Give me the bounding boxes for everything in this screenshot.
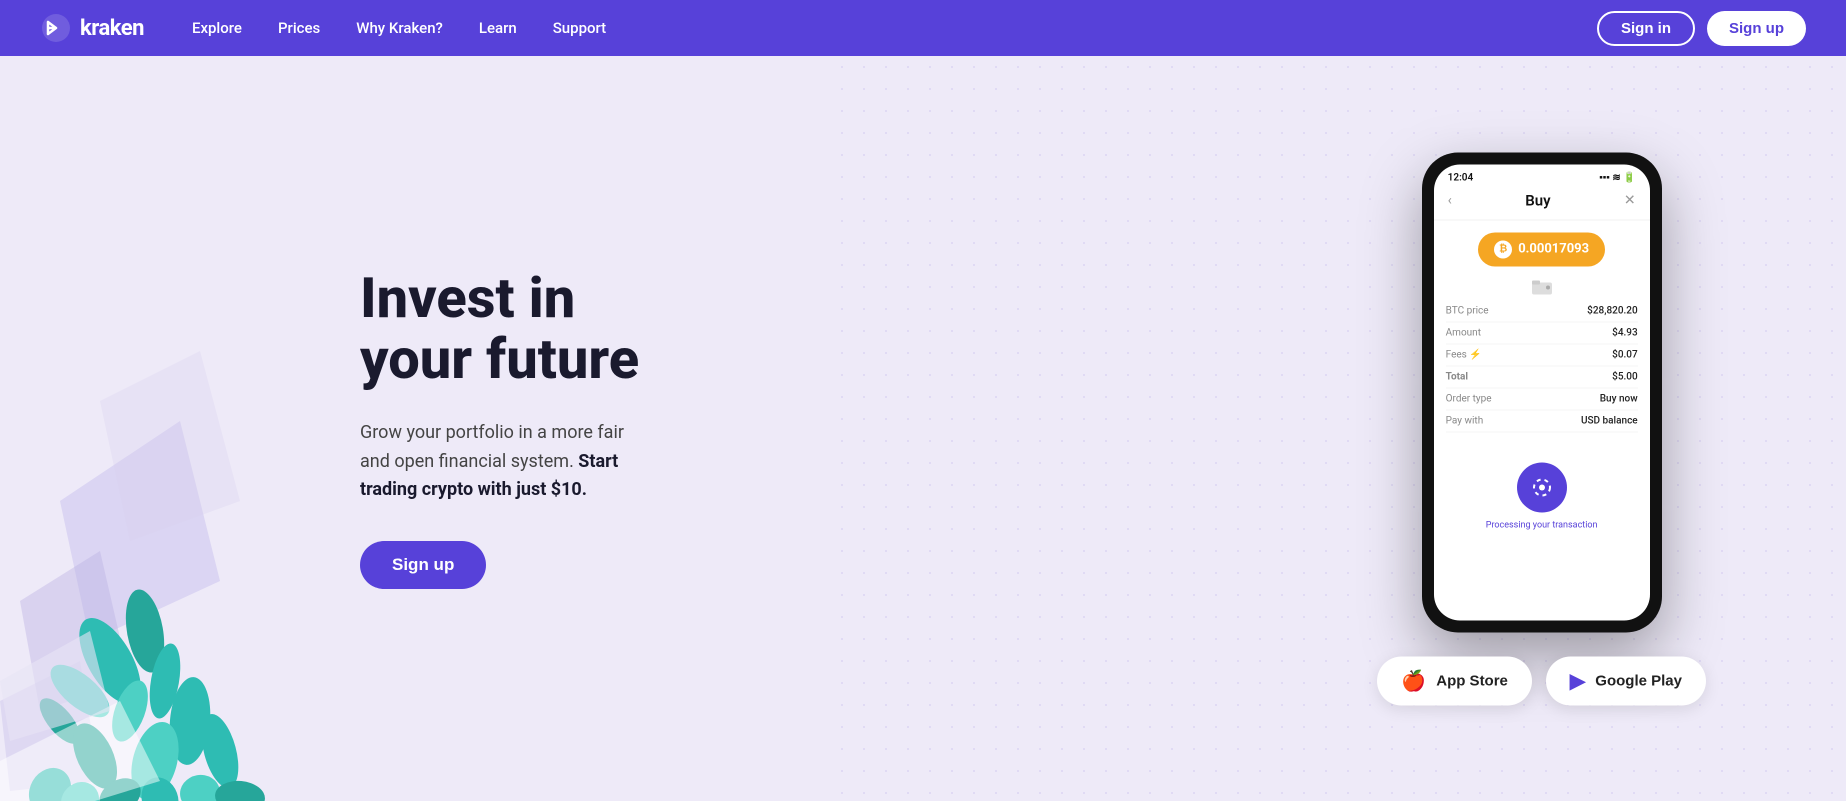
- signup-nav-button[interactable]: Sign up: [1707, 11, 1806, 46]
- phone-screen-title: Buy: [1525, 191, 1550, 209]
- googleplay-icon: ▶: [1570, 668, 1585, 693]
- hero-subtitle: Grow your portfolio in a more fair and o…: [360, 419, 640, 505]
- phone-signal: ▪▪▪ ≋ 🔋: [1599, 172, 1635, 183]
- logo[interactable]: kraken: [40, 12, 144, 44]
- app-store-label: App Store: [1436, 672, 1508, 689]
- google-play-button[interactable]: ▶ Google Play: [1546, 656, 1706, 705]
- wallet-icon-row: [1446, 280, 1638, 294]
- navbar: kraken Explore Prices Why Kraken? Learn …: [0, 0, 1846, 56]
- order-row-amount: Amount $4.93: [1446, 322, 1638, 344]
- nav-link-explore[interactable]: Explore: [192, 19, 242, 37]
- phone-back-button[interactable]: ‹: [1448, 192, 1452, 208]
- phone-body: ₿ 0.00017093 BTC price $2: [1434, 220, 1650, 542]
- nav-link-why-kraken[interactable]: Why Kraken?: [356, 19, 443, 37]
- nav-actions: Sign in Sign up: [1597, 11, 1806, 46]
- store-buttons: 🍎 App Store ▶ Google Play: [1377, 656, 1706, 705]
- nav-link-support[interactable]: Support: [553, 19, 606, 37]
- processing-text: Processing your transaction: [1486, 520, 1598, 530]
- phone-mockup: 12:04 ▪▪▪ ≋ 🔋 ‹ Buy ✕ ₿ 0.00017093: [1422, 152, 1662, 632]
- google-play-label: Google Play: [1595, 672, 1682, 689]
- hero-section: Invest in your future Grow your portfoli…: [0, 56, 1846, 801]
- btc-icon: ₿: [1494, 240, 1512, 258]
- nav-links: Explore Prices Why Kraken? Learn Support: [192, 19, 1597, 37]
- order-row-total: Total $5.00: [1446, 366, 1638, 388]
- nav-link-learn[interactable]: Learn: [479, 19, 517, 37]
- order-row-fees: Fees ⚡ $0.07: [1446, 344, 1638, 366]
- hero-content: Invest in your future Grow your portfoli…: [0, 268, 680, 590]
- hero-title: Invest in your future: [360, 268, 640, 391]
- processing-area: Processing your transaction: [1446, 462, 1638, 530]
- order-row-btcprice: BTC price $28,820.20: [1446, 300, 1638, 322]
- app-store-button[interactable]: 🍎 App Store: [1377, 656, 1532, 705]
- order-row-ordertype: Order type Buy now: [1446, 388, 1638, 410]
- apple-icon: 🍎: [1401, 668, 1426, 693]
- btc-pill: ₿ 0.00017093: [1478, 232, 1605, 266]
- signup-hero-button[interactable]: Sign up: [360, 541, 486, 589]
- phone-area: 12:04 ▪▪▪ ≋ 🔋 ‹ Buy ✕ ₿ 0.00017093: [1377, 152, 1706, 705]
- processing-circle: [1517, 462, 1567, 512]
- logo-text: kraken: [80, 16, 144, 41]
- phone-statusbar: 12:04 ▪▪▪ ≋ 🔋: [1434, 164, 1650, 187]
- phone-screen: 12:04 ▪▪▪ ≋ 🔋 ‹ Buy ✕ ₿ 0.00017093: [1434, 164, 1650, 620]
- btc-amount: 0.00017093: [1518, 242, 1589, 257]
- phone-time: 12:04: [1448, 172, 1474, 183]
- phone-close-button[interactable]: ✕: [1624, 192, 1636, 208]
- nav-link-prices[interactable]: Prices: [278, 19, 320, 37]
- order-row-paywith: Pay with USD balance: [1446, 410, 1638, 432]
- phone-header: ‹ Buy ✕: [1434, 187, 1650, 220]
- signin-button[interactable]: Sign in: [1597, 11, 1695, 46]
